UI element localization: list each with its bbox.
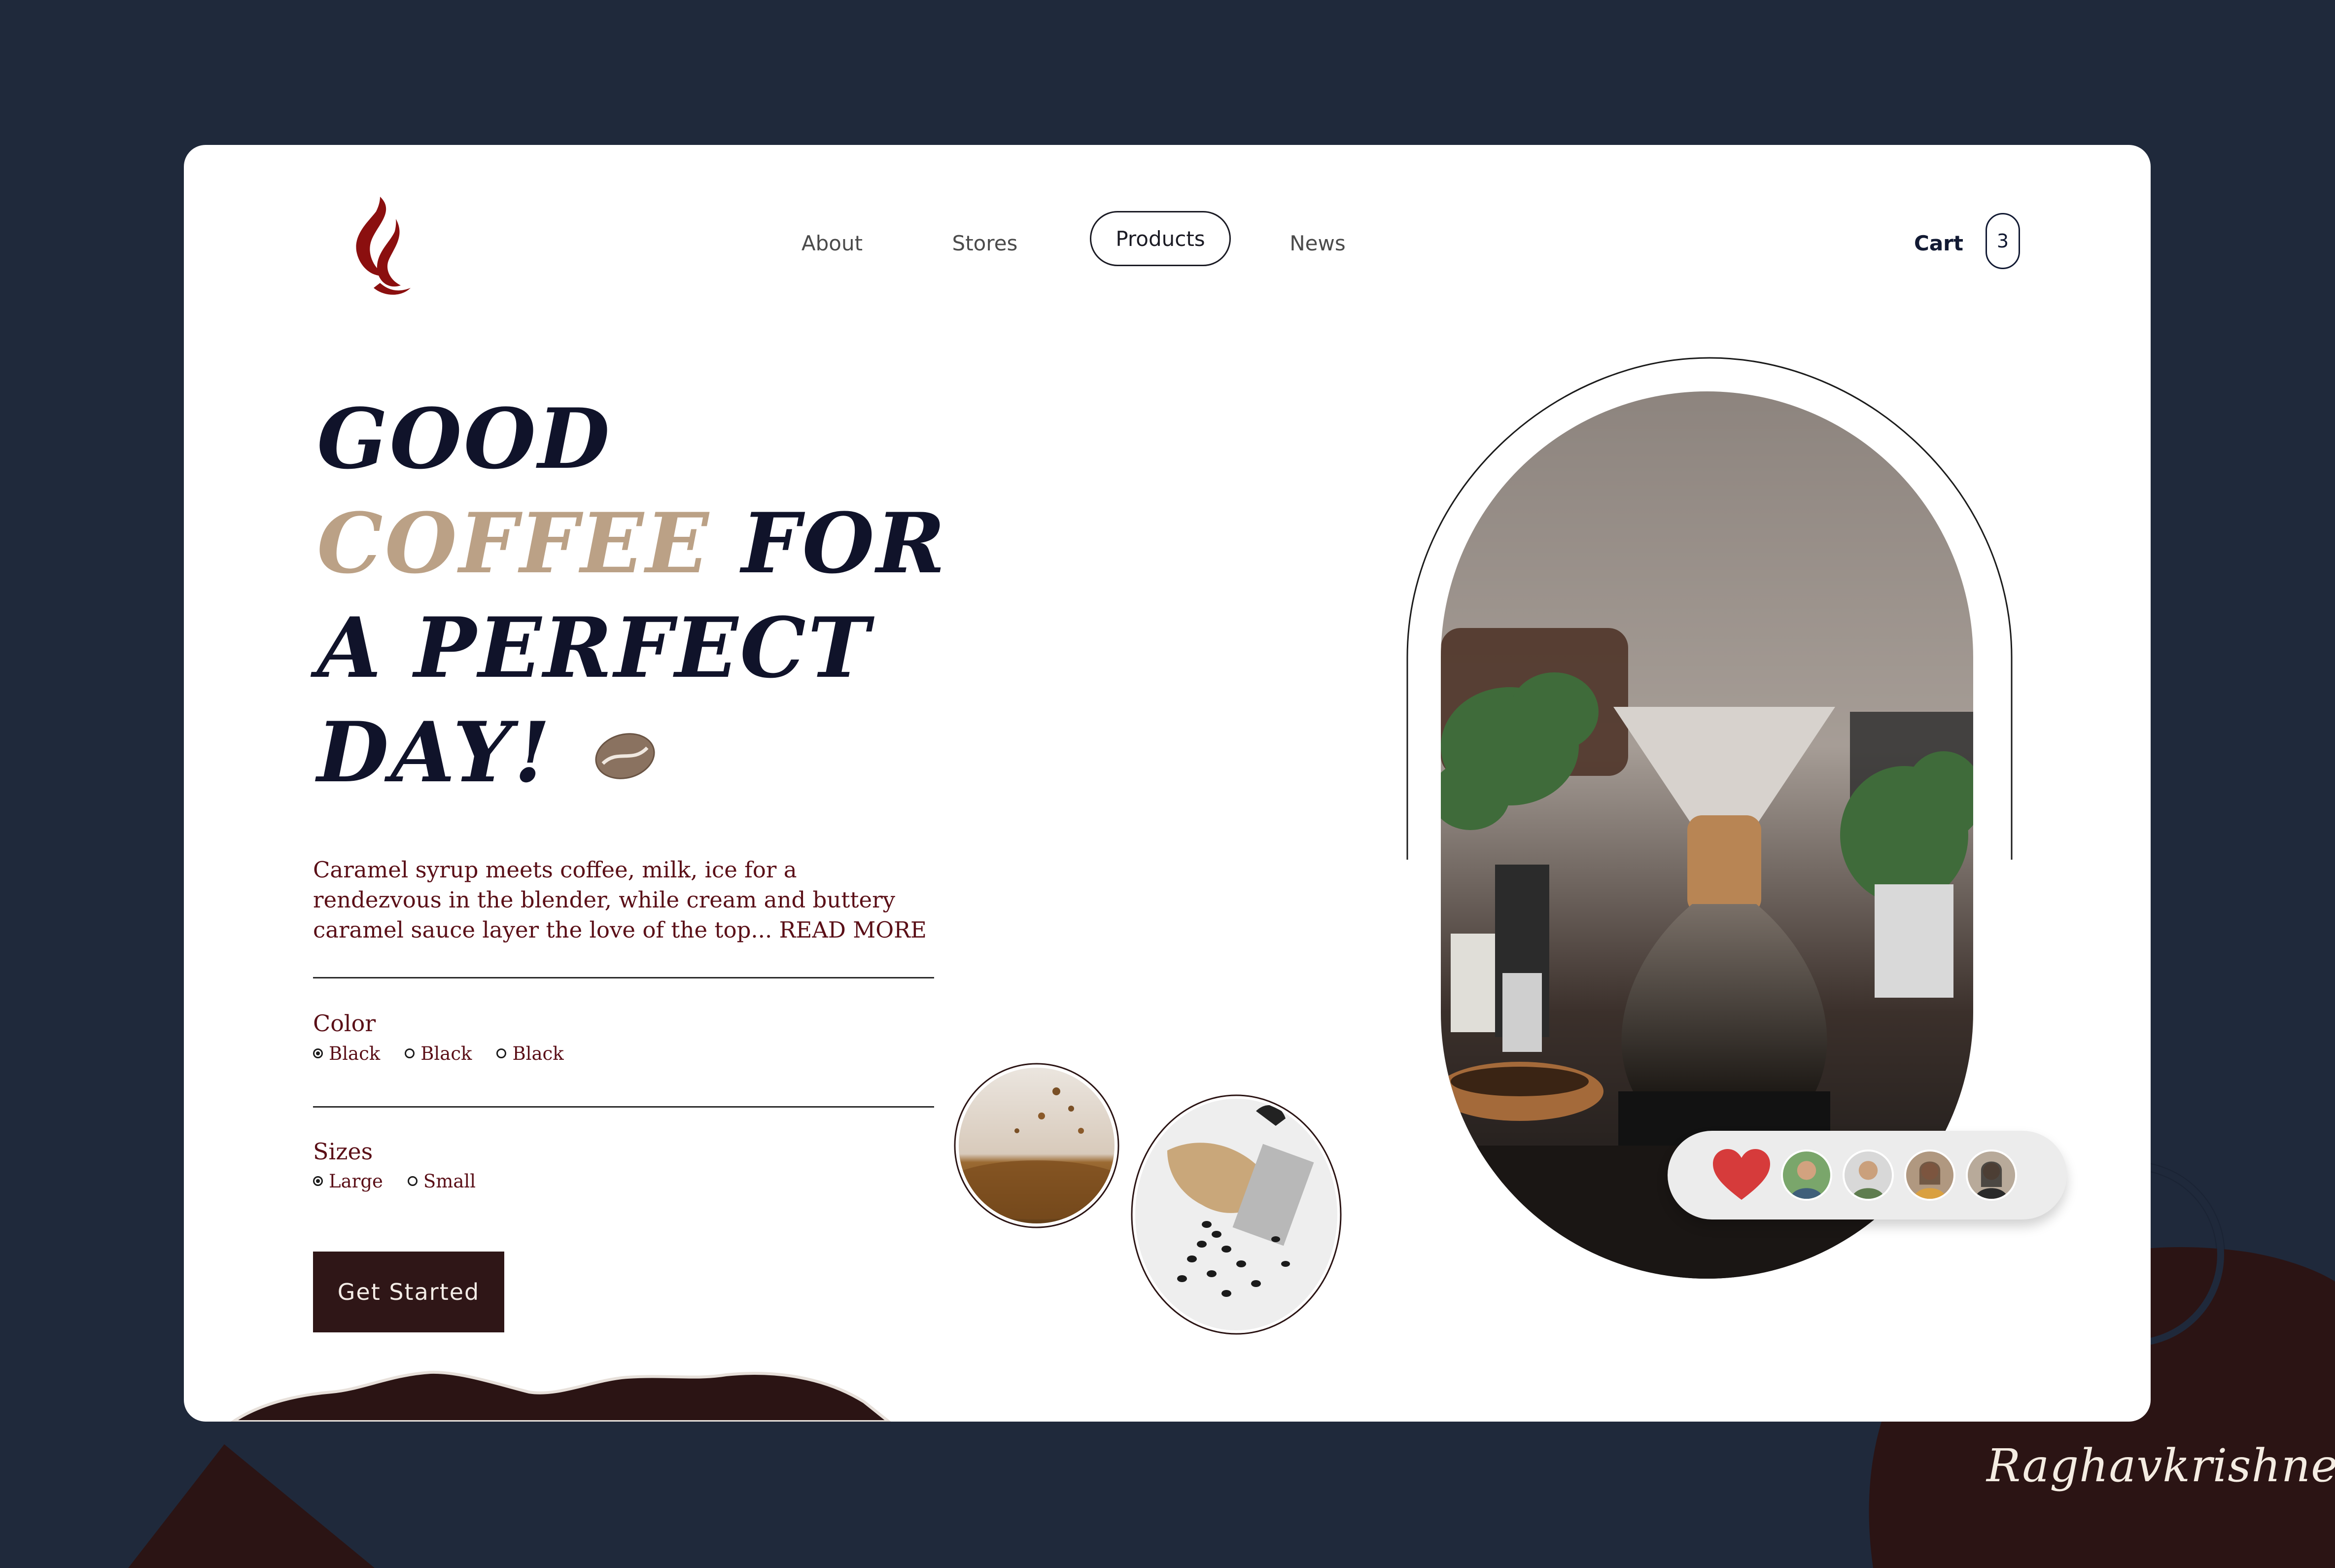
radio-selected-icon [313,1048,323,1058]
avatar[interactable] [1966,1150,2017,1201]
get-started-button[interactable]: Get Started [313,1252,504,1332]
avatar[interactable] [1843,1150,1894,1201]
cart-count-badge[interactable]: 3 [1986,213,2020,269]
nav-news[interactable]: News [1286,214,1350,273]
color-options: Black Black Black [313,1041,589,1066]
color-radio-1[interactable]: Black [313,1043,380,1064]
coffee-bean-icon [595,733,655,779]
headline-line-3: A PERFECT [317,599,871,697]
radio-icon [496,1048,507,1058]
headline-line-4: DAY! [317,703,553,801]
size-radio-large[interactable]: Large [313,1171,383,1192]
nav-products[interactable]: Products [1090,211,1231,266]
headline-accent: COFFEE [317,494,711,592]
author-signature: Raghavkrishnet [1986,1439,2335,1492]
mountain-decor [230,1370,891,1422]
color-radio-2[interactable]: Black [405,1043,472,1064]
avatar[interactable] [1781,1150,1832,1201]
radio-icon [407,1176,418,1186]
headline-line-2: COFFEE FOR [317,491,1056,595]
nav-stores[interactable]: Stores [945,214,1024,273]
size-radio-label: Small [423,1170,476,1192]
main-card: About Stores Products News Cart 3 GOOD C… [184,145,2151,1422]
color-radio-label: Black [329,1043,381,1064]
color-radio-label: Black [512,1043,564,1064]
divider [313,977,934,978]
avatar[interactable] [1904,1150,1955,1201]
radio-selected-icon [313,1176,323,1186]
size-radio-small[interactable]: Small [407,1170,476,1192]
heart-icon[interactable] [1712,1148,1771,1202]
coffee-grounds-photo [954,1063,1119,1228]
hero-headline: GOOD COFFEE FOR A PERFECT DAY! [317,386,1056,804]
hero-description: Caramel syrup meets coffee, milk, ice fo… [313,857,927,943]
size-radio-label: Large [329,1170,383,1192]
likes-bar [1668,1131,2067,1220]
coffee-beans-photo [1131,1094,1342,1335]
size-options: Large Small [313,1169,500,1193]
size-option-title: Sizes [313,1138,373,1165]
divider [313,1106,934,1108]
radio-icon [405,1048,415,1058]
color-option-title: Color [313,1010,376,1037]
headline-line-1: GOOD [317,390,612,488]
headline-line-2-rest: FOR [710,494,947,592]
cart-link[interactable]: Cart [1914,214,1963,273]
nav-about[interactable]: About [798,214,867,273]
color-radio-label: Black [420,1043,472,1064]
color-radio-3[interactable]: Black [496,1043,564,1064]
top-nav: About Stores Products News [184,211,2151,273]
